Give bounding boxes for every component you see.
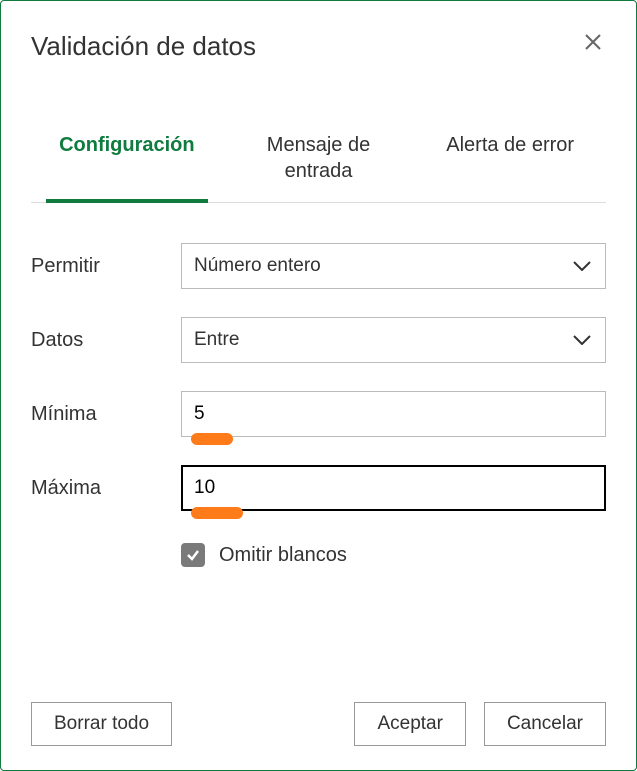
clear-all-button[interactable]: Borrar todo (31, 702, 172, 746)
allow-value: Número entero (194, 255, 321, 277)
chevron-down-icon (573, 255, 591, 277)
minimum-input[interactable] (181, 391, 606, 437)
tab-input-message[interactable]: Mensaje de entrada (223, 122, 415, 202)
tab-label-line2: entrada (285, 160, 353, 182)
checkmark-icon (185, 547, 201, 563)
maximum-label: Máxima (31, 477, 181, 500)
ignore-blank-checkbox[interactable] (181, 543, 205, 567)
data-label: Datos (31, 329, 181, 352)
close-icon (584, 33, 602, 51)
maximum-input[interactable] (181, 465, 606, 511)
minimum-row: Mínima (31, 391, 606, 437)
footer-right-group: Aceptar Cancelar (354, 702, 606, 746)
data-validation-dialog: Validación de datos Configuración Mensaj… (0, 0, 637, 771)
ignore-blank-row: Omitir blancos (181, 543, 606, 567)
tab-label: Configuración (59, 134, 195, 156)
tab-configuration[interactable]: Configuración (31, 122, 223, 202)
ok-button[interactable]: Aceptar (354, 702, 465, 746)
dialog-header: Validación de datos (31, 31, 606, 62)
tab-label-line1: Mensaje de (267, 134, 370, 156)
tab-label: Alerta de error (446, 134, 574, 156)
data-row: Datos Entre (31, 317, 606, 363)
maximum-row: Máxima (31, 465, 606, 511)
data-value: Entre (194, 329, 239, 351)
data-select[interactable]: Entre (181, 317, 606, 363)
cancel-button[interactable]: Cancelar (484, 702, 606, 746)
tab-bar: Configuración Mensaje de entrada Alerta … (31, 122, 606, 203)
ignore-blank-label: Omitir blancos (219, 544, 347, 567)
chevron-down-icon (573, 329, 591, 351)
dialog-footer: Borrar todo Aceptar Cancelar (31, 682, 606, 746)
allow-label: Permitir (31, 255, 181, 278)
close-button[interactable] (580, 31, 606, 57)
minimum-label: Mínima (31, 403, 181, 426)
allow-select[interactable]: Número entero (181, 243, 606, 289)
allow-row: Permitir Número entero (31, 243, 606, 289)
dialog-title: Validación de datos (31, 31, 256, 62)
tab-error-alert[interactable]: Alerta de error (414, 122, 606, 202)
